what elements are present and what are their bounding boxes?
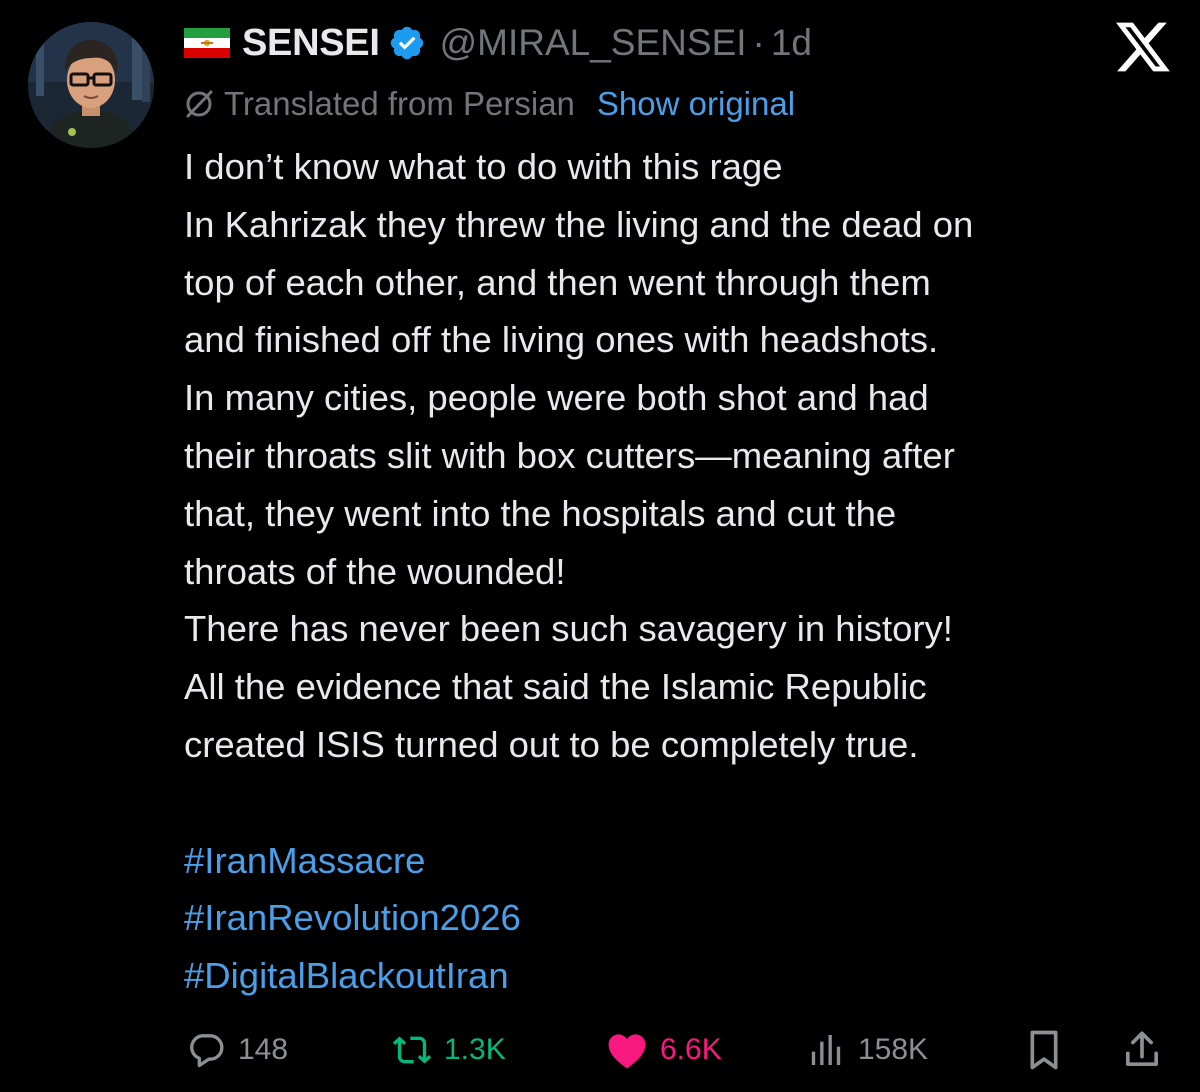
repost-count: 1.3K [444, 1033, 506, 1066]
repost-icon [392, 1030, 432, 1070]
share-button[interactable] [1122, 1022, 1162, 1078]
iran-flag-icon [184, 28, 230, 58]
heart-icon [606, 1030, 648, 1070]
tweet-text-line: In Kahrizak they threw the living and th… [184, 203, 974, 245]
header-separator: · [752, 22, 765, 63]
hashtag-link[interactable]: #IranRevolution2026 [184, 889, 1174, 947]
repost-button[interactable]: 1.3K [392, 1022, 506, 1078]
like-button[interactable]: 6.6K [606, 1022, 722, 1078]
tweet-text-line: throats of the wounded! [184, 550, 566, 592]
translation-row: Translated from Persian Show original [184, 82, 795, 126]
tweet-header: SENSEI @MIRAL_SENSEI · 1d [184, 20, 812, 66]
hashtag-link[interactable]: #IranMassacre [184, 832, 1174, 890]
author-avatar[interactable] [28, 22, 154, 148]
author-display-name[interactable]: SENSEI [242, 22, 380, 65]
bookmark-button[interactable] [1024, 1022, 1064, 1078]
tweet-text-line: There has never been such savagery in hi… [184, 608, 953, 650]
reply-icon [186, 1030, 226, 1070]
tweet-text-line: and finished off the living ones with he… [184, 319, 939, 361]
hashtag-link[interactable]: #DigitalBlackoutIran [184, 947, 1174, 1005]
bookmark-icon [1024, 1028, 1064, 1072]
translate-icon [184, 89, 214, 119]
reply-button[interactable]: 148 [186, 1022, 288, 1078]
tweet-text-line: their throats slit with box cutters—mean… [184, 434, 955, 476]
translated-from-label: Translated from Persian [224, 85, 575, 122]
tweet-text: I don’t know what to do with this rage I… [184, 138, 1174, 1005]
show-original-link[interactable]: Show original [597, 85, 795, 123]
tweet-action-bar: 148 1.3K 6.6K 158K [186, 1022, 1166, 1078]
tweet-text-line: that, they went into the hospitals and c… [184, 492, 897, 534]
tweet-text-line: created ISIS turned out to be completely… [184, 723, 919, 765]
like-count: 6.6K [660, 1033, 722, 1066]
tweet-text-line: I don’t know what to do with this rage [184, 146, 783, 187]
verified-badge-icon [388, 24, 426, 62]
views-count: 158K [858, 1033, 929, 1066]
tweet-timestamp[interactable]: 1d [771, 22, 812, 64]
views-button[interactable]: 158K [806, 1022, 928, 1078]
x-logo-icon [1116, 22, 1170, 72]
tweet-text-line: top of each other, and then went through… [184, 261, 931, 303]
share-icon [1122, 1028, 1162, 1072]
author-handle[interactable]: @MIRAL_SENSEI [440, 22, 747, 64]
views-chart-icon [806, 1030, 846, 1070]
tweet-text-line: All the evidence that said the Islamic R… [184, 666, 927, 708]
tweet-text-line: In many cities, people were both shot an… [184, 377, 929, 419]
reply-count: 148 [238, 1033, 289, 1066]
